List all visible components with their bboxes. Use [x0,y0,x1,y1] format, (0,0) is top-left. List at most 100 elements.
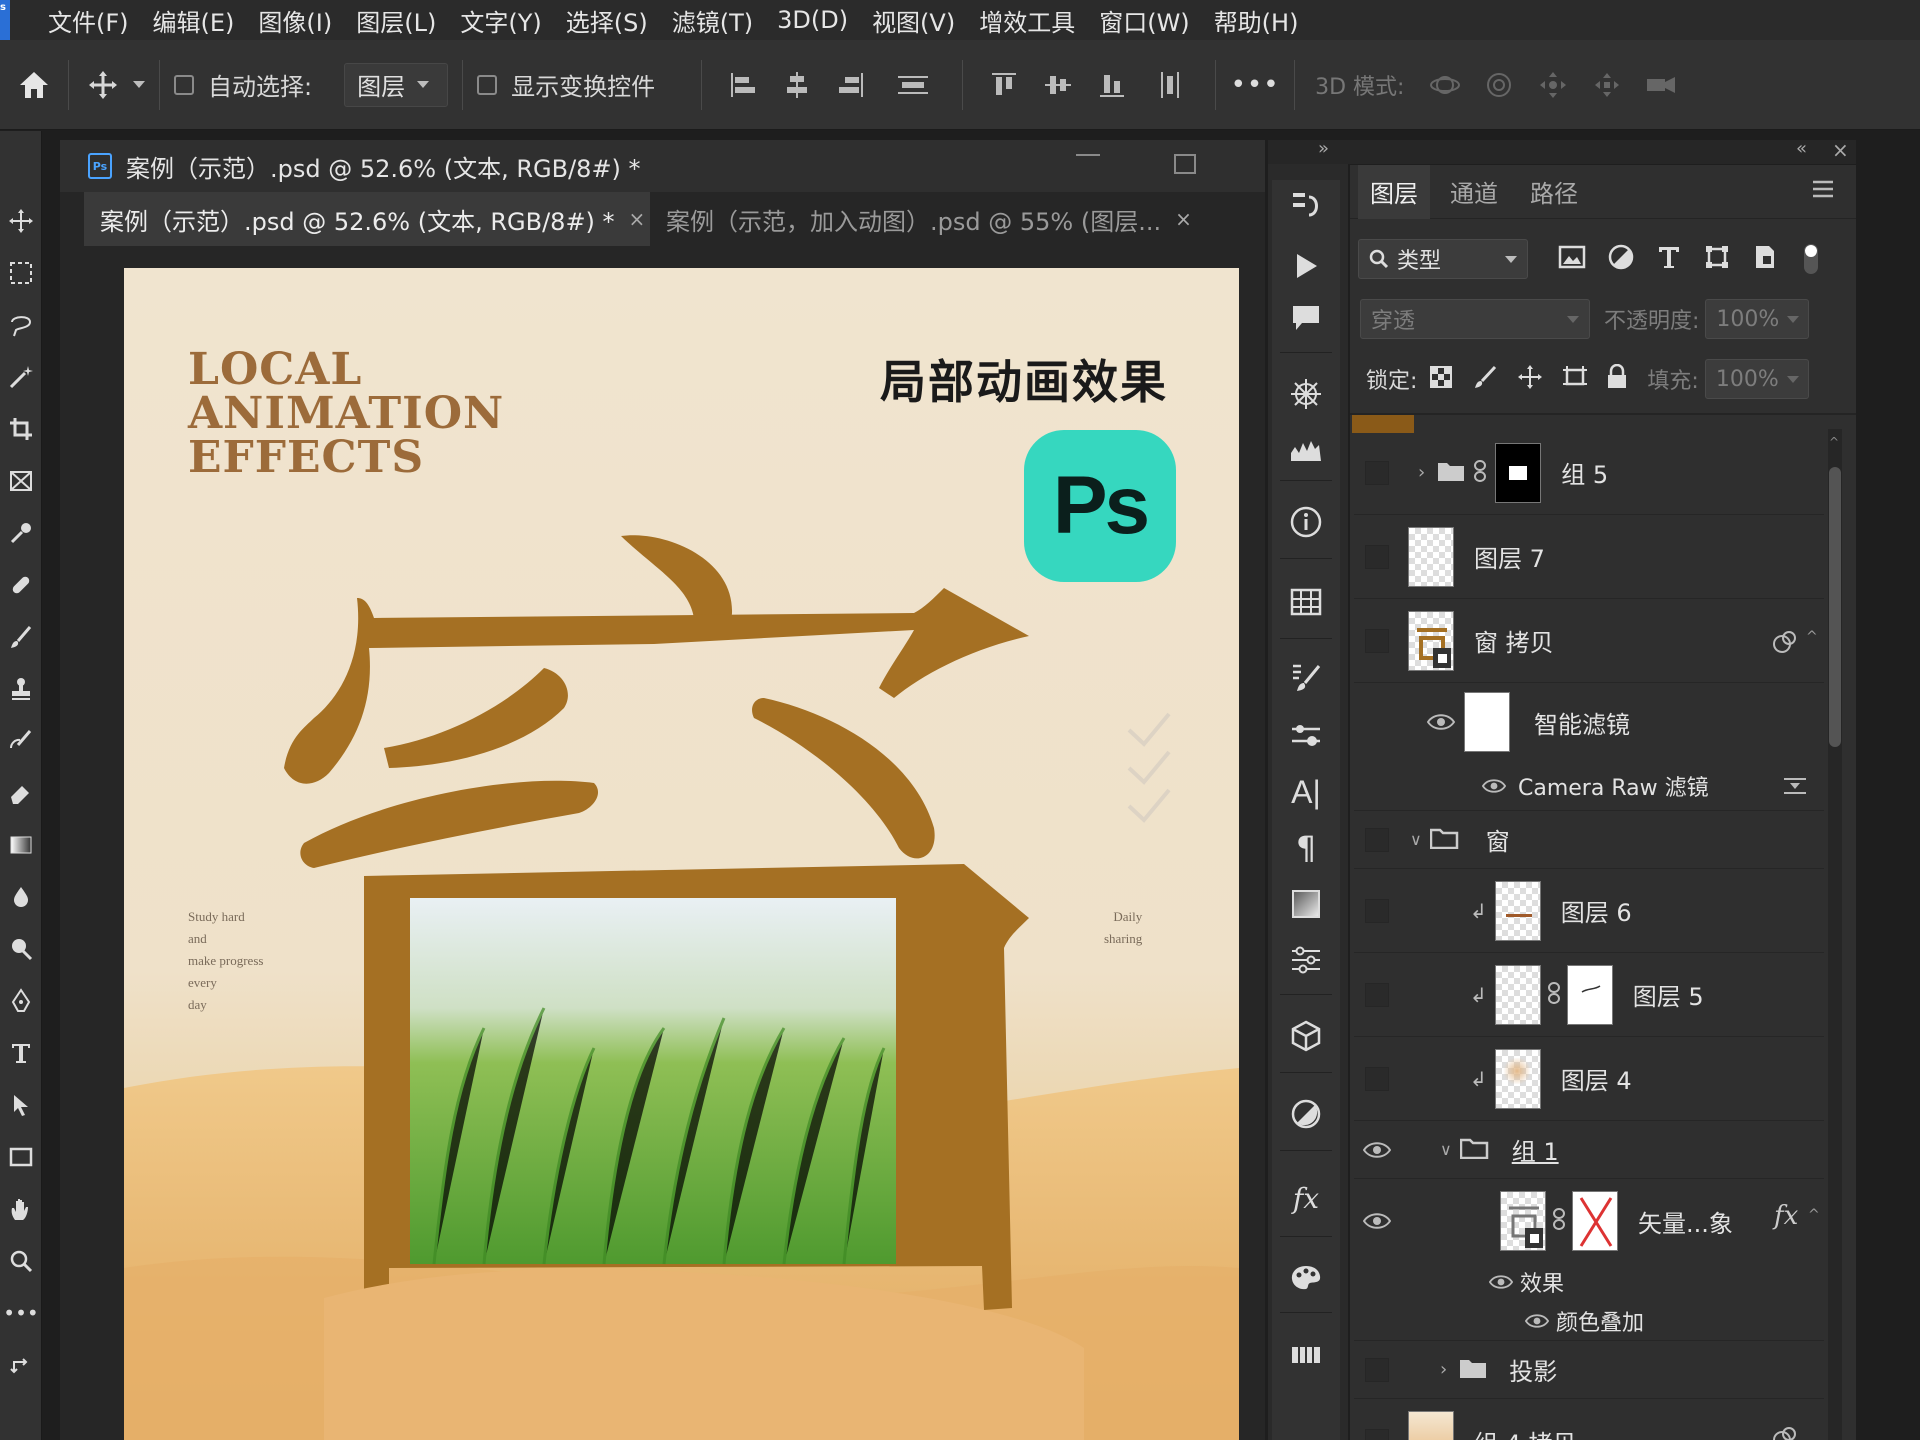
histogram-icon[interactable] [1282,424,1330,472]
layer-thumbnail[interactable] [1408,526,1454,587]
eyedropper-icon[interactable] [2,511,40,555]
layer-name[interactable]: 组 5 [1561,455,1608,490]
adjustments-icon[interactable] [1282,936,1330,984]
visibility-toggle[interactable] [1478,761,1510,811]
menu-image[interactable]: 图像(I) [258,3,332,38]
menu-type[interactable]: 文字(Y) [460,3,541,38]
menu-layer[interactable]: 图层(L) [356,3,436,38]
dodge-tool-icon[interactable] [2,927,40,971]
chevron-up-icon[interactable]: ^ [1806,629,1818,645]
lock-pixels-icon[interactable] [1473,365,1497,393]
layer-row[interactable]: ↲ 图层 5 [1354,953,1824,1037]
document-canvas[interactable]: LOCAL ANIMATION EFFECTS 局部动画效果 Ps Study … [124,268,1239,1440]
gradients-icon[interactable] [1282,880,1330,928]
auto-select-dropdown[interactable]: 图层 [344,62,449,107]
home-icon[interactable] [14,65,54,105]
layer-filter-dropdown[interactable]: 类型 [1358,239,1528,279]
more-options-icon[interactable]: ••• [1230,70,1280,100]
clone-source-icon[interactable] [1282,712,1330,760]
lock-all-icon[interactable] [1605,363,1629,394]
layer-row[interactable]: 效果 [1354,1263,1824,1301]
layer-row[interactable]: 组 4 拷贝 [1354,1399,1824,1440]
fill-input[interactable]: 100% [1704,359,1809,399]
minimize-icon[interactable] [1076,154,1100,156]
layer-row[interactable]: 图层 7 [1354,515,1824,599]
zoom-tool-icon[interactable] [2,1239,40,1283]
close-icon[interactable]: × [1175,207,1192,231]
link-icon[interactable] [1547,981,1561,1009]
align-bottom-icon[interactable] [1085,70,1139,100]
smart-filter-link-icon[interactable] [1772,629,1798,659]
3d-camera-icon[interactable] [1634,70,1688,100]
frame-tool-icon[interactable] [2,459,40,503]
layer-name[interactable]: 矢量...象 [1638,1204,1733,1239]
layer-name[interactable]: 图层 4 [1561,1061,1632,1096]
blur-tool-icon[interactable] [2,875,40,919]
magic-wand-icon[interactable] [2,355,40,399]
3d-orbit-icon[interactable] [1418,70,1472,100]
document-titlebar[interactable]: Ps 案例（示范）.psd @ 52.6% (文本, RGB/8#) * [60,140,1265,192]
layer-row[interactable]: 智能滤镜 [1354,683,1824,761]
maximize-icon[interactable] [1174,154,1196,174]
paragraph-icon[interactable]: ¶ [1282,824,1330,872]
navigator-wheel-icon[interactable] [1282,370,1330,418]
menu-help[interactable]: 帮助(H) [1214,3,1299,38]
lock-transparent-icon[interactable] [1429,365,1453,393]
filter-shape-icon[interactable] [1704,244,1730,274]
adjustment-layer-icon[interactable] [1282,1090,1330,1138]
visibility-toggle[interactable] [1354,604,1400,678]
swap-colors-icon[interactable] [2,1343,40,1387]
palette-icon[interactable] [1282,1254,1330,1302]
path-select-icon[interactable] [2,1083,40,1127]
3d-cube-icon[interactable] [1282,1012,1330,1060]
expand-panels-icon[interactable]: » [1318,138,1329,159]
chevron-down-icon[interactable]: ∨ [1410,830,1422,849]
layer-name[interactable]: 效果 [1520,1266,1564,1298]
vector-mask-thumbnail[interactable] [1572,1191,1618,1251]
visibility-toggle[interactable] [1354,1042,1400,1116]
chevron-down-icon[interactable]: ∨ [1440,1140,1452,1159]
layer-row[interactable]: 颜色叠加 [1354,1301,1824,1341]
layer-name[interactable]: 窗 拷贝 [1474,623,1554,658]
filter-smart-object-icon[interactable] [1752,244,1778,274]
hand-tool-icon[interactable] [2,1187,40,1231]
menu-select[interactable]: 选择(S) [566,3,648,38]
layer-row[interactable]: › 投影 [1354,1341,1824,1399]
visibility-toggle[interactable] [1520,1301,1554,1341]
show-transform-checkbox[interactable] [477,74,498,95]
move-tool-icon[interactable] [2,199,40,243]
distribute-vertical-icon[interactable] [1139,70,1201,100]
healing-brush-icon[interactable] [2,563,40,607]
menu-view[interactable]: 视图(V) [872,3,955,38]
marquee-tool-icon[interactable] [2,251,40,295]
visibility-toggle[interactable] [1354,874,1400,948]
visibility-toggle[interactable] [1354,520,1400,594]
smart-object-thumbnail[interactable] [1408,610,1454,671]
rectangle-tool-icon[interactable] [2,1135,40,1179]
align-hcenter-icon[interactable] [770,70,824,100]
lock-position-icon[interactable] [1517,364,1543,394]
align-vcenter-icon[interactable] [1031,70,1085,100]
brush-tool-icon[interactable] [2,615,40,659]
filter-mask-thumbnail[interactable] [1464,692,1510,752]
chevron-right-icon[interactable]: › [1440,1359,1447,1380]
layer-name[interactable]: 窗 [1486,822,1510,857]
fx-styles-icon[interactable]: fx [1282,1174,1330,1222]
link-icon[interactable] [1552,1207,1566,1235]
panel-menu-icon[interactable] [1812,179,1834,199]
filter-adjustment-icon[interactable] [1608,244,1634,274]
layer-mask-thumbnail[interactable] [1566,964,1613,1025]
timeline-icon[interactable] [1282,1330,1330,1378]
tab-second-document[interactable]: 案例（示范，加入动图）.psd @ 55% (图层... × [650,192,1230,246]
more-tools-icon[interactable]: ••• [2,1291,40,1335]
layer-thumbnail[interactable] [1494,880,1541,941]
visibility-toggle[interactable] [1354,1341,1400,1399]
play-icon[interactable] [1282,242,1330,290]
visibility-toggle[interactable] [1354,1404,1400,1440]
tab-layers[interactable]: 图层 [1358,164,1430,219]
layer-name[interactable]: 图层 7 [1474,539,1545,574]
menu-3d[interactable]: 3D(D) [777,6,848,34]
layer-row[interactable]: 窗 拷贝 ^ [1354,599,1824,683]
menu-plugins[interactable]: 增效工具 [979,3,1075,38]
visibility-toggle[interactable] [1354,811,1400,869]
